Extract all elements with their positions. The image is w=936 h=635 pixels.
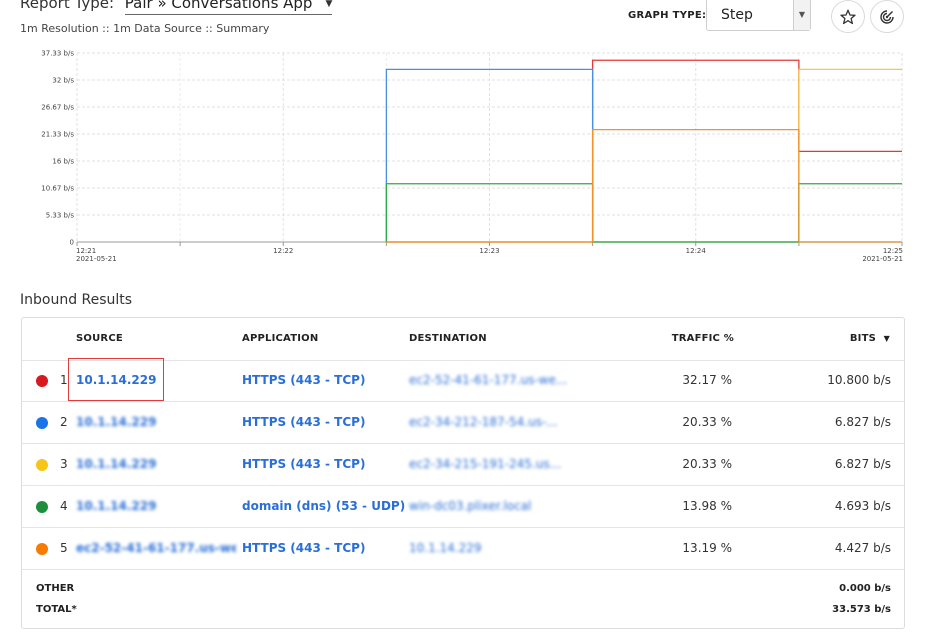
y-tick-label: 0 — [70, 239, 74, 247]
series-line — [385, 68, 902, 243]
section-title: Inbound Results — [20, 292, 133, 308]
destination-link[interactable]: ec2-34-212-187-54.us-... — [409, 415, 558, 429]
destination-link[interactable]: win-dc03.plixer.local — [409, 499, 531, 513]
series-color-dot — [36, 459, 48, 471]
table-row: 4 10.1.14.229 domain (dns) (53 - UDP) wi… — [22, 486, 904, 528]
y-tick-label: 26.67 b/s — [41, 104, 74, 112]
series-color-dot — [36, 375, 48, 387]
table-row: 5 ec2-52-41-61-177.us-we... HTTPS (443 -… — [22, 528, 904, 570]
series-line — [386, 68, 902, 243]
source-link[interactable]: 10.1.14.229 — [76, 499, 156, 513]
table-row: 3 10.1.14.229 HTTPS (443 - TCP) ec2-34-2… — [22, 444, 904, 486]
radar-button[interactable] — [870, 0, 904, 33]
series-color-dot — [36, 417, 48, 429]
radar-icon — [880, 10, 894, 24]
x-date-label: 2021-05-21 — [76, 255, 117, 263]
row-rank: 3 — [60, 457, 68, 471]
favorite-button[interactable] — [831, 0, 865, 33]
report-type-value: Pair » Conversations App — [124, 0, 313, 12]
bits-value: 10.800 b/s — [827, 373, 891, 387]
traffic-percent: 20.33 % — [682, 415, 732, 429]
source-link[interactable]: 10.1.14.229 — [76, 457, 156, 471]
x-date-label: 2021-05-21 — [862, 255, 903, 263]
chevron-down-icon: ▼ — [793, 0, 810, 30]
source-link[interactable]: ec2-52-41-61-177.us-we... — [76, 541, 236, 555]
traffic-percent: 13.19 % — [682, 541, 732, 555]
application-link[interactable]: HTTPS (443 - TCP) — [242, 541, 365, 555]
y-tick-label: 21.33 b/s — [41, 131, 74, 139]
graph-type-value: Step — [721, 7, 753, 23]
total-value: 33.573 b/s — [832, 604, 891, 615]
application-link[interactable]: HTTPS (443 - TCP) — [242, 373, 365, 387]
bits-value: 4.427 b/s — [834, 541, 891, 555]
results-table: SOURCE APPLICATION DESTINATION TRAFFIC %… — [21, 317, 905, 629]
x-tick-label: 12:23 — [479, 247, 499, 255]
bits-value: 4.693 b/s — [834, 499, 891, 513]
traffic-percent: 13.98 % — [682, 499, 732, 513]
bits-value: 6.827 b/s — [834, 457, 891, 471]
x-tick-label: 12:21 — [76, 247, 96, 255]
series-line — [385, 183, 902, 243]
y-tick-label: 32 b/s — [52, 77, 74, 85]
x-tick-label: 12:24 — [686, 247, 707, 255]
y-tick-label: 37.33 b/s — [41, 50, 74, 58]
traffic-percent: 20.33 % — [682, 457, 732, 471]
row-rank: 1 — [60, 373, 68, 387]
table-header: SOURCE APPLICATION DESTINATION TRAFFIC %… — [22, 318, 904, 361]
column-header-application[interactable]: APPLICATION — [242, 333, 318, 344]
series-color-dot — [36, 501, 48, 513]
report-type-label: Report Type: — [20, 0, 114, 12]
row-rank: 5 — [60, 541, 68, 555]
column-header-source[interactable]: SOURCE — [76, 333, 123, 344]
bits-value: 6.827 b/s — [834, 415, 891, 429]
x-tick-label: 12:22 — [273, 247, 293, 255]
series-line — [386, 128, 902, 243]
row-rank: 4 — [60, 499, 68, 513]
star-icon — [840, 9, 856, 25]
y-tick-label: 10.67 b/s — [41, 185, 74, 193]
column-header-destination[interactable]: DESTINATION — [409, 333, 487, 344]
graph-type-select[interactable]: Step ▼ — [706, 0, 811, 31]
y-tick-label: 16 b/s — [52, 158, 74, 166]
other-value: 0.000 b/s — [839, 583, 891, 594]
report-type: Report Type: Pair » Conversations App ▼ — [20, 0, 333, 15]
report-type-select[interactable]: Pair » Conversations App ▼ — [124, 0, 333, 15]
column-header-traffic[interactable]: TRAFFIC % — [672, 333, 734, 344]
traffic-percent: 32.17 % — [682, 373, 732, 387]
application-link[interactable]: HTTPS (443 - TCP) — [242, 457, 365, 471]
resolution-subtitle: 1m Resolution :: 1m Data Source :: Summa… — [20, 22, 270, 35]
destination-link[interactable]: 10.1.14.229 — [409, 541, 482, 555]
y-tick-label: 5.33 b/s — [46, 212, 75, 220]
sort-desc-icon[interactable]: ▼ — [884, 334, 890, 343]
destination-link[interactable]: ec2-52-41-61-177.us-we... — [409, 373, 567, 387]
total-label: TOTAL* — [36, 604, 77, 615]
row-rank: 2 — [60, 415, 68, 429]
source-link[interactable]: 10.1.14.229 — [76, 415, 156, 429]
other-label: OTHER — [36, 583, 75, 594]
series-color-dot — [36, 543, 48, 555]
caret-down-icon: ▼ — [325, 0, 333, 9]
application-link[interactable]: HTTPS (443 - TCP) — [242, 415, 365, 429]
traffic-chart: 37.33 b/s 32 b/s 26.67 b/s 21.33 b/s 16 b/s 1… — [41, 50, 903, 264]
x-tick-label: 12:25 — [883, 247, 903, 255]
application-link[interactable]: domain (dns) (53 - UDP) — [242, 499, 405, 513]
highlight-box — [68, 358, 164, 401]
table-row: 2 10.1.14.229 HTTPS (443 - TCP) ec2-34-2… — [22, 402, 904, 444]
destination-link[interactable]: ec2-34-215-191-245.us... — [409, 457, 561, 471]
graph-type-label: GRAPH TYPE: — [628, 10, 707, 21]
column-header-bits[interactable]: BITS — [850, 333, 876, 344]
